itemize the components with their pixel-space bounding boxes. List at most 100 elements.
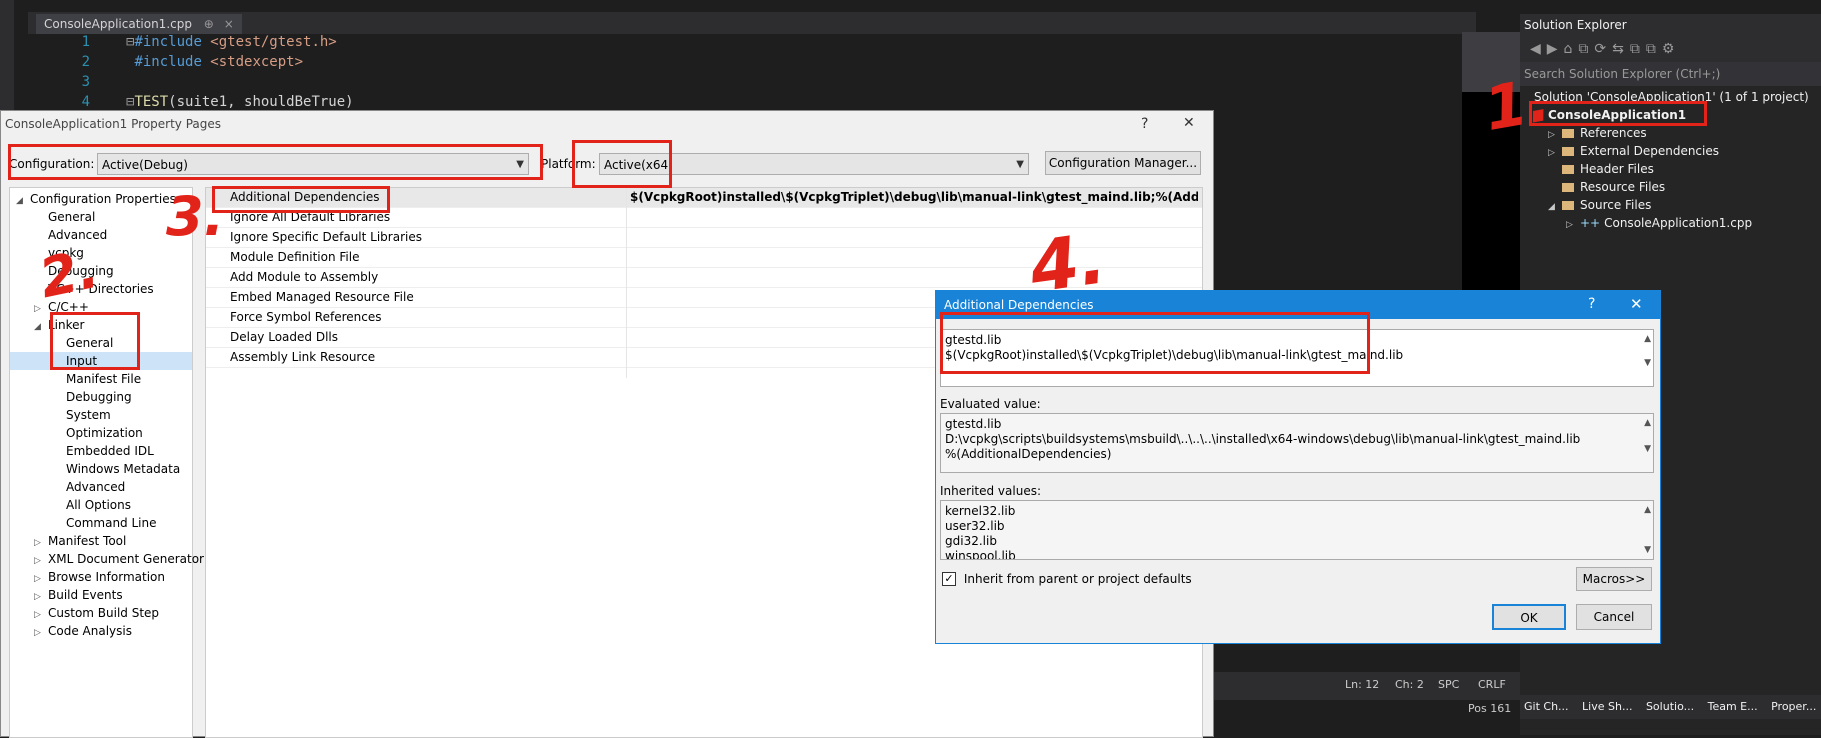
evaluated-value-label: Evaluated value: bbox=[940, 397, 1041, 411]
tree-item-label: Browse Information bbox=[48, 570, 165, 584]
tree-item-debugging[interactable]: Debugging bbox=[10, 388, 192, 406]
annotation-number-4: 4. bbox=[1024, 217, 1111, 309]
tree-item-build-events[interactable]: ▷ Build Events bbox=[10, 586, 192, 604]
tree-item-source-files[interactable]: ◢ Source Files bbox=[1524, 196, 1821, 214]
column-indicator: Ch: 2 bbox=[1395, 678, 1424, 691]
tree-item-label: Advanced bbox=[66, 480, 126, 494]
property-category-tree[interactable]: ◢ Configuration Properties General Advanced… bbox=[9, 187, 204, 738]
tree-item-advanced[interactable]: Advanced bbox=[10, 478, 192, 496]
tree-item-general[interactable]: General bbox=[10, 208, 192, 226]
cancel-button[interactable]: Cancel bbox=[1576, 604, 1652, 630]
scroll-down-icon[interactable]: ▼ bbox=[1644, 356, 1651, 371]
inherited-values-box[interactable]: kernel32.lib user32.lib gdi32.lib winspo… bbox=[940, 500, 1654, 560]
tab-team-explorer[interactable]: Team E... bbox=[1708, 700, 1758, 713]
macros-button[interactable]: Macros>> bbox=[1576, 567, 1652, 591]
line-indicator: Ln: 12 bbox=[1345, 678, 1380, 691]
scroll-up-icon[interactable]: ▲ bbox=[1644, 332, 1651, 347]
help-icon[interactable]: ? bbox=[1588, 296, 1595, 312]
annotation-number-3: 3. bbox=[166, 185, 225, 248]
annotation-box-platform bbox=[572, 140, 672, 188]
tree-item-label: General bbox=[48, 210, 96, 224]
property-name: Module Definition File bbox=[230, 250, 360, 264]
evaluated-value-box[interactable]: gtestd.lib D:\vcpkg\scripts\buildsystems… bbox=[940, 413, 1654, 473]
property-name: Delay Loaded Dlls bbox=[230, 330, 338, 344]
help-icon[interactable]: ? bbox=[1141, 116, 1148, 132]
document-tab-label: ConsoleApplication1.cpp bbox=[44, 17, 192, 31]
tree-item-advanced[interactable]: Advanced bbox=[10, 226, 192, 244]
collapse-icon[interactable]: ◢ bbox=[34, 318, 48, 336]
document-tab[interactable]: ConsoleApplication1.cpp ⊕ × bbox=[36, 14, 242, 34]
tree-item-label: Manifest Tool bbox=[48, 534, 127, 548]
close-icon[interactable]: ✕ bbox=[1183, 115, 1195, 131]
tree-item-embedded-idl[interactable]: Embedded IDL bbox=[10, 442, 192, 460]
tree-item-system[interactable]: System bbox=[10, 406, 192, 424]
tab-properties[interactable]: Proper... bbox=[1771, 700, 1816, 713]
solution-explorer-title: Solution Explorer bbox=[1520, 14, 1821, 36]
tree-item-configuration-properties[interactable]: ◢ Configuration Properties bbox=[10, 190, 192, 208]
expand-icon[interactable]: ▷ bbox=[34, 624, 48, 642]
solution-search-input[interactable]: Search Solution Explorer (Ctrl+;) bbox=[1520, 62, 1821, 86]
document-tab-bar: ConsoleApplication1.cpp ⊕ × bbox=[28, 12, 1476, 34]
inherit-checkbox[interactable]: ✓ bbox=[942, 571, 956, 586]
solution-explorer-toolbar[interactable]: ◀▶⌂⧉⟳⇆⧉⧉⚙ bbox=[1520, 36, 1821, 62]
tree-item-cpp-file[interactable]: ▷ ++ ConsoleApplication1.cpp bbox=[1524, 214, 1821, 232]
tree-item-custom-build-step[interactable]: ▷ Custom Build Step bbox=[10, 604, 192, 622]
tree-item-label: Configuration Properties bbox=[30, 192, 176, 206]
annotation-box-configuration bbox=[8, 144, 543, 180]
cpp-file-icon: ++ bbox=[1580, 216, 1601, 230]
scroll-down-icon[interactable]: ▼ bbox=[1644, 543, 1651, 558]
property-value[interactable]: $(VcpkgRoot)installed\$(VcpkgTriplet)\de… bbox=[630, 188, 1198, 207]
inherit-checkbox-row[interactable]: ✓ Inherit from parent or project default… bbox=[942, 571, 1192, 586]
scroll-up-icon[interactable]: ▲ bbox=[1644, 416, 1651, 431]
tree-item-command-line[interactable]: Command Line bbox=[10, 514, 192, 532]
tree-item-label: Debugging bbox=[66, 390, 132, 404]
ok-button[interactable]: OK bbox=[1492, 604, 1566, 630]
code-line: 1 ⊟#include <gtest/gtest.h> bbox=[81, 34, 337, 50]
tree-item-manifest-tool[interactable]: ▷ Manifest Tool bbox=[10, 532, 192, 550]
tree-item-label: Embedded IDL bbox=[66, 444, 154, 458]
tree-item-label: Optimization bbox=[66, 426, 143, 440]
tree-item-label: Command Line bbox=[66, 516, 157, 530]
scroll-down-icon[interactable]: ▼ bbox=[1644, 442, 1651, 457]
tree-item-optimization[interactable]: Optimization bbox=[10, 424, 192, 442]
references-icon bbox=[1562, 129, 1574, 138]
position-indicator: Pos 161 bbox=[1468, 702, 1512, 715]
configuration-manager-button[interactable]: Configuration Manager... bbox=[1045, 151, 1201, 175]
tab-solution-explorer[interactable]: Solutio... bbox=[1646, 700, 1694, 713]
tree-item-references[interactable]: ▷ References bbox=[1524, 124, 1821, 142]
tree-item-xml-document-generator[interactable]: ▷ XML Document Generator bbox=[10, 550, 204, 568]
close-icon[interactable]: ✕ bbox=[1630, 295, 1643, 313]
annotation-box-dependencies-text bbox=[940, 312, 1370, 374]
tree-item-manifest-file[interactable]: Manifest File bbox=[10, 370, 192, 388]
tree-item-code-analysis[interactable]: ▷ Code Analysis bbox=[10, 622, 192, 640]
tree-item-all-options[interactable]: All Options bbox=[10, 496, 192, 514]
tab-git-changes[interactable]: Git Ch... bbox=[1524, 700, 1569, 713]
code-editor[interactable]: ConsoleApplication1.cpp ⊕ × 1 ⊟#include <… bbox=[14, 0, 1476, 116]
folder-icon bbox=[1562, 201, 1574, 210]
folder-icon bbox=[1562, 147, 1574, 156]
tree-item-label: All Options bbox=[66, 498, 131, 512]
grid-column-divider[interactable] bbox=[626, 188, 627, 378]
code-line: 3 bbox=[81, 74, 90, 90]
property-name: Add Module to Assembly bbox=[230, 270, 379, 284]
tree-item-label: Manifest File bbox=[66, 372, 142, 386]
property-name: Assembly Link Resource bbox=[230, 350, 376, 364]
tree-item-label: Build Events bbox=[48, 588, 123, 602]
tree-item-browse-information[interactable]: ▷ Browse Information bbox=[10, 568, 192, 586]
code-line: 4 ⊟TEST(suite1, shouldBeTrue) bbox=[81, 94, 354, 110]
pin-icon[interactable]: ⊕ bbox=[204, 17, 214, 31]
annotation-box-project bbox=[1529, 101, 1707, 126]
scroll-up-icon[interactable]: ▲ bbox=[1644, 503, 1651, 518]
tree-item-label: Code Analysis bbox=[48, 624, 132, 638]
tree-item-label: System bbox=[66, 408, 111, 422]
tree-item-header-files[interactable]: Header Files bbox=[1524, 160, 1821, 178]
annotation-box-additional-deps bbox=[212, 186, 390, 213]
line-ending-indicator: CRLF bbox=[1478, 678, 1506, 691]
tree-item-external-dependencies[interactable]: ▷ External Dependencies bbox=[1524, 142, 1821, 160]
close-icon[interactable]: × bbox=[224, 17, 234, 31]
tree-item-resource-files[interactable]: Resource Files bbox=[1524, 178, 1821, 196]
tab-live-share[interactable]: Live Sh... bbox=[1582, 700, 1632, 713]
collapse-icon[interactable]: ◢ bbox=[16, 192, 30, 210]
tree-item-windows-metadata[interactable]: Windows Metadata bbox=[10, 460, 192, 478]
spacing-indicator: SPC bbox=[1438, 678, 1460, 691]
